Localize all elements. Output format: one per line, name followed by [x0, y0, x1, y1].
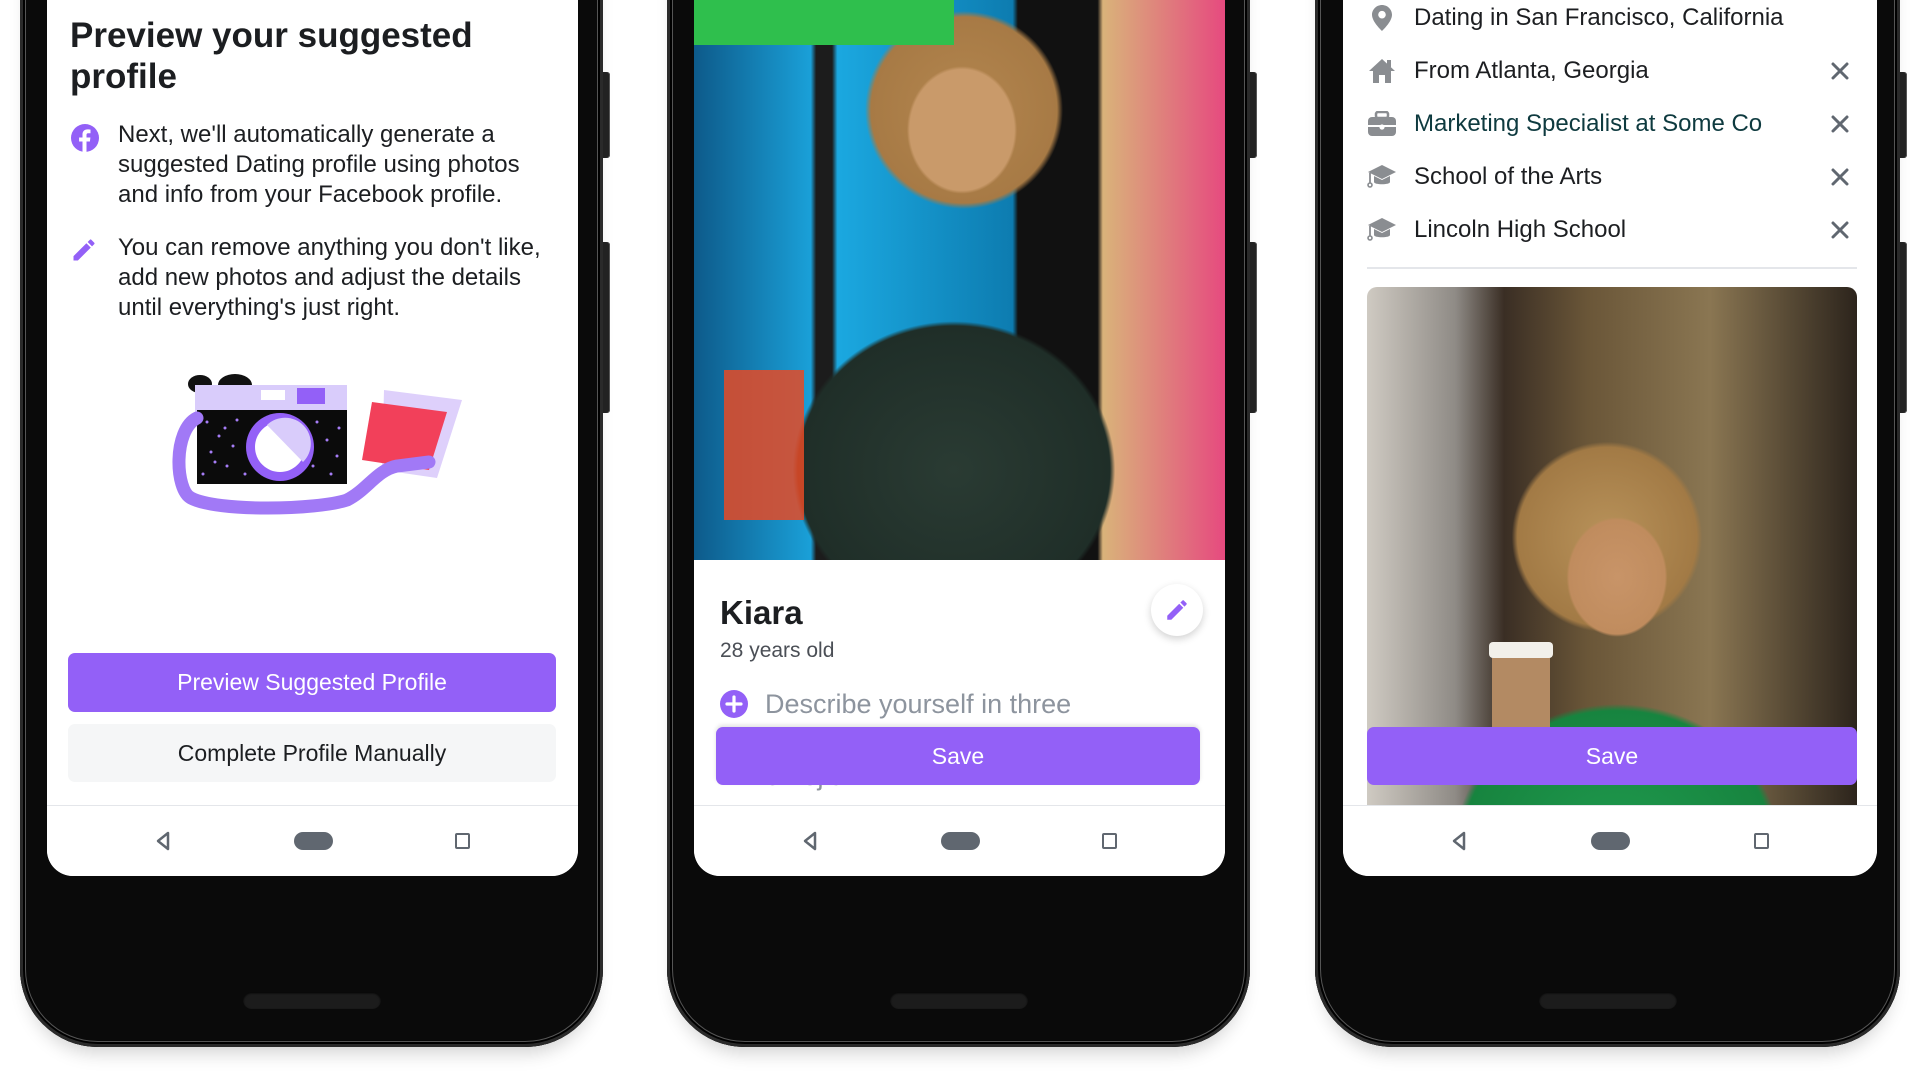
- detail-row-hometown: From Atlanta, Georgia: [1367, 51, 1857, 91]
- home-icon: [1367, 56, 1397, 86]
- back-icon[interactable]: [1451, 831, 1467, 851]
- remove-icon[interactable]: [1827, 111, 1853, 137]
- android-navbar: [1343, 805, 1877, 876]
- complete-profile-manually-button[interactable]: Complete Profile Manually: [68, 724, 556, 782]
- speaker-grille: [889, 992, 1028, 1009]
- pencil-icon: [1167, 600, 1187, 620]
- back-icon[interactable]: [802, 831, 818, 851]
- recents-icon[interactable]: [455, 833, 470, 849]
- power-button: [603, 72, 610, 158]
- detail-text: Dating in San Francisco, California: [1414, 4, 1784, 31]
- photo-top-green: [694, 0, 954, 45]
- home-pill-icon[interactable]: [293, 832, 333, 850]
- volume-button: [1900, 242, 1907, 413]
- info-text: You can remove anything you don't like, …: [118, 234, 541, 321]
- speaker-grille: [1538, 992, 1677, 1009]
- power-button: [1250, 72, 1257, 158]
- camera-illustration: [167, 370, 467, 520]
- profile-name: Kiara: [720, 594, 803, 631]
- page-title: Preview your suggested profile: [70, 16, 473, 96]
- detail-row-college: School of the Arts: [1367, 157, 1857, 197]
- briefcase-icon: [1367, 109, 1397, 139]
- divider: [1367, 267, 1857, 269]
- detail-row-location: Dating in San Francisco, California: [1367, 0, 1857, 38]
- screen: Kiara 28 years old Describe yourself in …: [694, 0, 1225, 876]
- add-bio-icon[interactable]: [720, 690, 748, 718]
- graduation-cap-icon: [1367, 162, 1397, 192]
- graduation-cap-icon: [1367, 215, 1397, 245]
- info-customize: You can remove anything you don't like, …: [70, 233, 560, 323]
- save-button[interactable]: Save: [1367, 727, 1857, 785]
- recents-icon[interactable]: [1754, 833, 1769, 849]
- facebook-icon: [70, 123, 99, 210]
- profile-age: 28 years old: [720, 639, 835, 662]
- remove-icon[interactable]: [1827, 217, 1853, 243]
- detail-text: Lincoln High School: [1414, 216, 1627, 243]
- profile-photo-2[interactable]: [1367, 287, 1857, 876]
- preview-suggested-profile-button[interactable]: Preview Suggested Profile: [68, 653, 556, 712]
- android-navbar: [47, 805, 578, 876]
- android-navbar: [694, 805, 1225, 876]
- detail-text: School of the Arts: [1414, 163, 1603, 190]
- detail-row-work: Marketing Specialist at Some Co: [1367, 104, 1857, 144]
- power-button: [1900, 72, 1907, 158]
- profile-photo[interactable]: [694, 0, 1225, 560]
- save-button[interactable]: Save: [716, 727, 1200, 785]
- volume-button: [1250, 242, 1257, 413]
- location-pin-icon: [1367, 3, 1397, 33]
- speaker-grille: [242, 992, 381, 1009]
- info-auto-generate: Next, we'll automatically generate a sug…: [70, 120, 560, 210]
- screen: Preview your suggested profile Next, we'…: [47, 0, 578, 876]
- pencil-icon: [70, 236, 98, 323]
- remove-icon[interactable]: [1827, 58, 1853, 84]
- phone-details: Dating in San Francisco, California From…: [1315, 0, 1907, 1047]
- detail-text: From Atlanta, Georgia: [1414, 57, 1649, 84]
- volume-button: [603, 242, 610, 413]
- recents-icon[interactable]: [1102, 833, 1117, 849]
- info-text: Next, we'll automatically generate a sug…: [118, 121, 520, 208]
- phone-onboarding: Preview your suggested profile Next, we'…: [20, 0, 610, 1047]
- detail-text: Marketing Specialist at Some Co: [1414, 110, 1763, 137]
- edit-profile-button[interactable]: [1151, 584, 1203, 636]
- photo-bottom-orange: [724, 370, 804, 520]
- remove-icon[interactable]: [1827, 164, 1853, 190]
- back-icon[interactable]: [155, 831, 171, 851]
- phone-profile: Kiara 28 years old Describe yourself in …: [667, 0, 1257, 1047]
- screen: Dating in San Francisco, California From…: [1343, 0, 1877, 876]
- detail-row-high-school: Lincoln High School: [1367, 210, 1857, 250]
- home-pill-icon[interactable]: [940, 832, 980, 850]
- home-pill-icon[interactable]: [1591, 832, 1630, 850]
